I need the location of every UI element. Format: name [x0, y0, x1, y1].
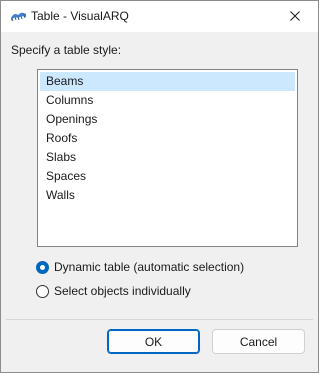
- title-bar[interactable]: Table - VisualARQ: [1, 1, 318, 32]
- dialog-window: Table - VisualARQ Specify a table style:…: [0, 0, 319, 373]
- dynamic-table-option[interactable]: Dynamic table (automatic selection): [36, 260, 244, 274]
- list-item-columns[interactable]: Columns: [40, 91, 295, 110]
- visualarq-icon: [10, 10, 27, 22]
- select-individually-radio[interactable]: [36, 284, 49, 298]
- dynamic-table-radio[interactable]: [36, 260, 49, 274]
- list-item-spaces[interactable]: Spaces: [40, 167, 295, 186]
- close-icon: [290, 10, 300, 24]
- window-title: Table - VisualARQ: [31, 9, 129, 23]
- ok-button[interactable]: OK: [107, 329, 200, 354]
- close-button[interactable]: [272, 1, 318, 32]
- list-item-slabs[interactable]: Slabs: [40, 148, 295, 167]
- table-style-list[interactable]: Beams Columns Openings Roofs Slabs Space…: [37, 69, 298, 247]
- dynamic-table-label: Dynamic table (automatic selection): [54, 260, 245, 274]
- separator: [6, 319, 313, 320]
- list-item-beams[interactable]: Beams: [40, 72, 295, 91]
- select-individually-label: Select objects individually: [54, 284, 191, 298]
- list-item-roofs[interactable]: Roofs: [40, 129, 295, 148]
- cancel-button[interactable]: Cancel: [212, 329, 305, 354]
- list-item-walls[interactable]: Walls: [40, 186, 295, 205]
- list-item-openings[interactable]: Openings: [40, 110, 295, 129]
- prompt-label: Specify a table style:: [11, 43, 122, 57]
- select-individually-option[interactable]: Select objects individually: [36, 284, 191, 298]
